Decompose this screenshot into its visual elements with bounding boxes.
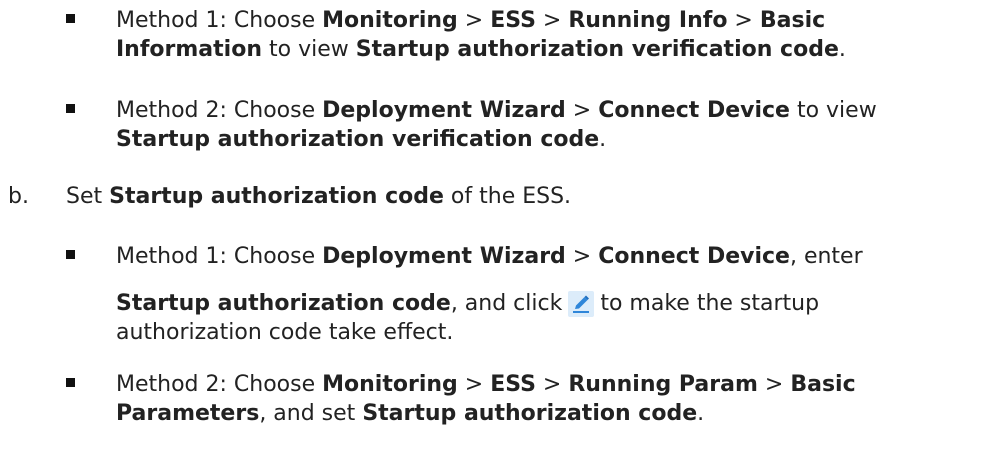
text: . xyxy=(697,401,705,426)
text: Method 2: Choose xyxy=(116,372,323,397)
text: Set xyxy=(66,184,110,209)
text: of the ESS. xyxy=(443,184,572,209)
text: Method 1: Choose xyxy=(116,8,323,33)
menu-path-connect-device: Connect Device xyxy=(598,244,790,269)
list-item-text: Method 2: Choose Deployment Wizard > Con… xyxy=(116,96,976,154)
text: authorization code take effect. xyxy=(116,320,454,345)
text: to view xyxy=(262,37,356,62)
document-page: Method 1: Choose Monitoring > ESS > Runn… xyxy=(0,0,986,452)
menu-path-running-info: Running Info xyxy=(568,8,728,33)
list-item-text: Method 1: Choose Monitoring > ESS > Runn… xyxy=(116,6,976,64)
menu-path-running-param: Running Param xyxy=(568,372,758,397)
list-item-text: Method 2: Choose Monitoring > ESS > Runn… xyxy=(116,370,976,428)
term-verification-code: Startup authorization verification code xyxy=(355,37,839,62)
menu-path-deployment-wizard: Deployment Wizard xyxy=(322,244,566,269)
path-separator: > xyxy=(535,8,569,33)
menu-path-basic-parameters: Basic xyxy=(790,372,856,397)
text: Method 1: Choose xyxy=(116,244,323,269)
path-separator: > xyxy=(457,372,491,397)
square-bullet xyxy=(66,250,75,259)
square-bullet xyxy=(66,14,75,23)
text: , enter xyxy=(789,244,863,269)
term-authorization-code: Startup authorization code xyxy=(362,401,698,426)
path-separator: > xyxy=(535,372,569,397)
path-separator: > xyxy=(727,8,760,33)
menu-path-ess: ESS xyxy=(490,8,536,33)
square-bullet xyxy=(66,378,75,387)
text: . xyxy=(838,37,846,62)
path-separator: > xyxy=(757,372,791,397)
text: . xyxy=(599,127,607,152)
path-separator: > xyxy=(565,244,599,269)
step-text: Set Startup authorization code of the ES… xyxy=(66,182,966,211)
list-item-text: Method 1: Choose Deployment Wizard > Con… xyxy=(116,242,976,347)
square-bullet xyxy=(66,104,75,113)
step-marker: b. xyxy=(8,184,29,209)
path-separator: > xyxy=(565,98,599,123)
menu-path-basic-parameters-cont: Parameters xyxy=(116,401,260,426)
text: , and click xyxy=(450,291,563,316)
menu-path-deployment-wizard: Deployment Wizard xyxy=(322,98,566,123)
menu-path-ess: ESS xyxy=(490,372,536,397)
text: to view xyxy=(789,98,877,123)
path-separator: > xyxy=(457,8,491,33)
menu-path-basic-information-cont: Information xyxy=(116,37,262,62)
menu-path-monitoring: Monitoring xyxy=(322,372,458,397)
term-authorization-code: Startup authorization code xyxy=(116,291,451,316)
text: to make the startup xyxy=(600,291,820,316)
menu-path-monitoring: Monitoring xyxy=(322,8,458,33)
term-authorization-code: Startup authorization code xyxy=(109,184,444,209)
menu-path-basic-information: Basic xyxy=(759,8,826,33)
text: Method 2: Choose xyxy=(116,98,323,123)
pencil-edit-icon[interactable] xyxy=(568,291,595,317)
menu-path-connect-device: Connect Device xyxy=(598,98,790,123)
text: , and set xyxy=(259,401,363,426)
term-verification-code: Startup authorization verification code xyxy=(116,127,600,152)
